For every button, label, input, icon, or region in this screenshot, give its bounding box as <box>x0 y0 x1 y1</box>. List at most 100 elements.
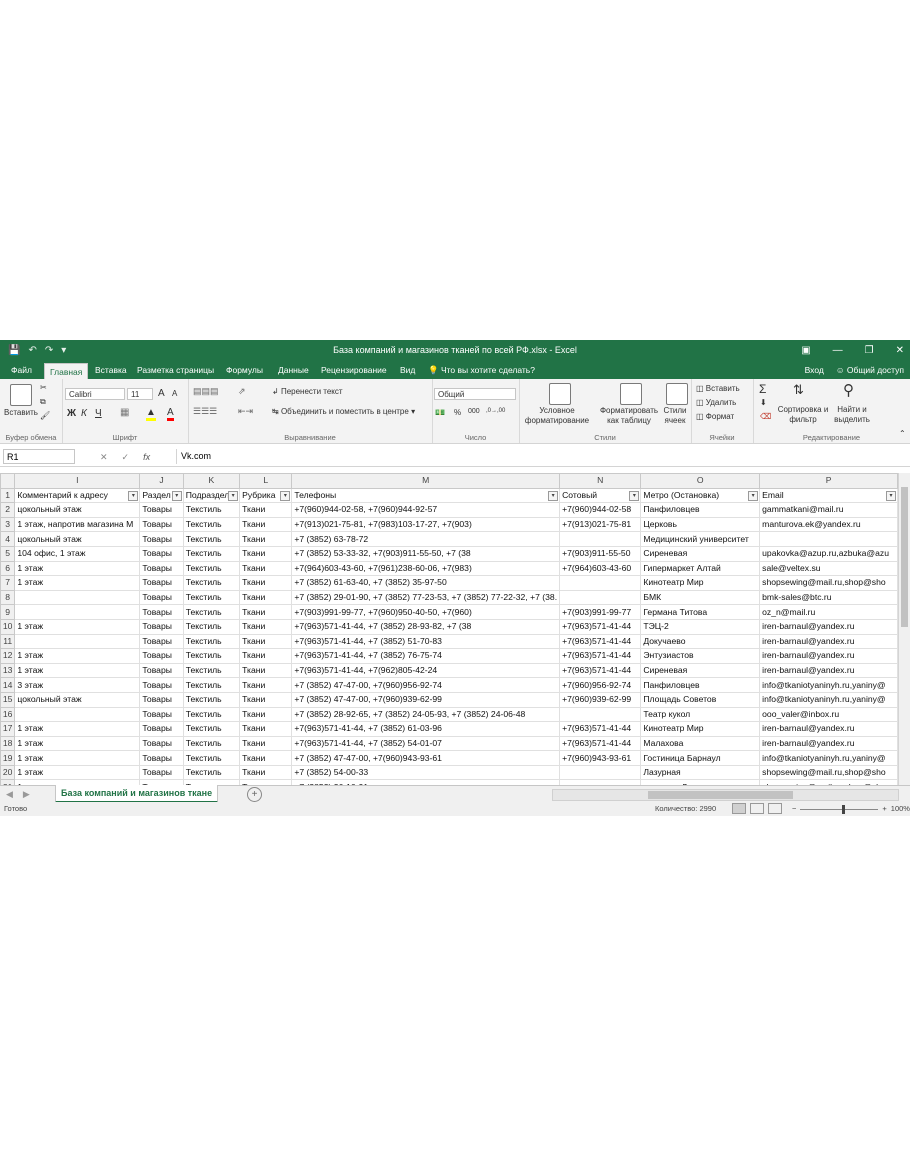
cell[interactable] <box>559 764 642 781</box>
cell[interactable]: Ткани <box>239 633 293 650</box>
cell[interactable]: Товары <box>139 721 184 737</box>
cell[interactable]: цокольный этаж <box>14 502 141 518</box>
cell[interactable]: Текстиль <box>182 706 241 723</box>
font-family-select[interactable]: Calibri <box>65 388 125 400</box>
cell[interactable]: Малахова <box>640 735 761 752</box>
cell[interactable]: Ткани <box>239 531 293 547</box>
header-cell[interactable]: Метро (Остановка) ▾ <box>640 487 761 504</box>
cell[interactable]: +7(960)944-02-58 <box>559 502 642 518</box>
row-header[interactable]: 11 <box>0 633 16 650</box>
cell[interactable]: 3 этаж <box>14 677 141 693</box>
align-top-icon[interactable]: ▤▤▤ <box>193 386 219 397</box>
cancel-icon[interactable]: ✕ <box>100 448 108 466</box>
cell[interactable]: 1 этаж <box>14 618 141 635</box>
cell[interactable]: Ткани <box>239 677 293 693</box>
row-header[interactable]: 10 <box>0 618 16 635</box>
row-header[interactable]: 9 <box>0 604 16 620</box>
cell[interactable]: Товары <box>139 618 184 635</box>
cell[interactable]: ТЭЦ-2 <box>640 618 761 635</box>
cell[interactable]: Ткани <box>239 502 293 518</box>
cell[interactable]: +7 (3852) 63-78-72 <box>291 531 561 547</box>
cell[interactable]: manturova.ek@yandex.ru <box>759 516 898 533</box>
cell[interactable]: iren-barnaul@yandex.ru <box>759 648 898 664</box>
cell[interactable]: info@tkaniotyaninyh.ru,yaniny@ <box>759 691 898 708</box>
restore-icon[interactable]: ❐ <box>865 340 874 361</box>
zoom-slider[interactable] <box>800 804 879 814</box>
cell[interactable]: iren-barnaul@yandex.ru <box>759 618 898 635</box>
cell[interactable]: Товары <box>139 764 184 781</box>
cell[interactable]: +7(913)021-75-81, +7(983)103-17-27, +7(9… <box>291 516 561 533</box>
cell[interactable]: Медицинский университет <box>640 531 761 547</box>
cell[interactable]: 1 этаж <box>14 750 141 766</box>
tab-data[interactable]: Данные <box>278 361 309 379</box>
filter-dropdown-icon[interactable]: ▾ <box>228 490 239 501</box>
cell[interactable]: iren-barnaul@yandex.ru <box>759 721 898 737</box>
tell-me-box[interactable]: 💡 Что вы хотите сделать? <box>428 361 535 379</box>
align-left-icon[interactable]: ☰☰☰ <box>193 406 217 417</box>
thousands-button[interactable]: 000 <box>468 408 480 415</box>
cell[interactable]: shopsewing@mail.ru,shop@sho <box>759 575 898 591</box>
cell[interactable]: Товары <box>139 575 184 591</box>
number-format-select[interactable]: Общий <box>434 388 516 400</box>
cell[interactable]: Театр кукол <box>640 706 761 723</box>
fx-button[interactable]: fx <box>143 448 150 466</box>
filter-dropdown-icon[interactable]: ▾ <box>280 490 291 501</box>
cell[interactable]: +7 (3852) 53-33-32, +7(903)911-55-50, +7… <box>291 545 561 562</box>
cell[interactable]: Ткани <box>239 662 293 679</box>
cell[interactable]: Кинотеатр Мир <box>640 721 761 737</box>
merge-center-button[interactable]: ↹ Объединить и поместить в центре ▾ <box>272 407 415 416</box>
filter-dropdown-icon[interactable]: ▾ <box>171 490 182 501</box>
cell[interactable]: Сиреневая <box>640 662 761 679</box>
prev-sheet-icon[interactable]: ◀ <box>6 786 13 803</box>
name-box[interactable]: R1 <box>3 449 75 464</box>
cell[interactable]: +7(960)939-62-99 <box>559 691 642 708</box>
sheet-tab[interactable]: База компаний и магазинов ткане <box>55 785 219 803</box>
cell[interactable]: Ткани <box>239 618 293 635</box>
cell[interactable]: Товары <box>139 516 184 533</box>
cell[interactable]: Сиреневая <box>640 545 761 562</box>
italic-button[interactable]: К <box>81 408 87 419</box>
cell[interactable]: +7(960)943-93-61 <box>559 750 642 766</box>
cell[interactable]: Текстиль <box>182 633 241 650</box>
cell[interactable] <box>759 531 898 547</box>
cell[interactable]: 1 этаж <box>14 648 141 664</box>
cell[interactable]: Ткани <box>239 721 293 737</box>
column-header[interactable]: L <box>239 473 293 489</box>
tab-insert[interactable]: Вставка <box>95 361 127 379</box>
orientation-icon[interactable]: ⇗ <box>238 386 246 397</box>
cut-icon[interactable]: ✂ <box>40 383 47 392</box>
cell[interactable]: iren-barnaul@yandex.ru <box>759 735 898 752</box>
cell[interactable]: Текстиль <box>182 750 241 766</box>
paste-button[interactable]: Вставить <box>4 408 38 417</box>
cell[interactable]: Товары <box>139 604 184 620</box>
cell[interactable]: Ткани <box>239 560 293 577</box>
cell[interactable]: Кинотеатр Мир <box>640 575 761 591</box>
cell[interactable]: +7 (3852) 47-47-00, +7(960)939-62-99 <box>291 691 561 708</box>
row-header[interactable]: 14 <box>0 677 16 693</box>
fill-color-icon[interactable]: ▲ <box>146 407 156 421</box>
format-as-table-icon[interactable] <box>620 383 642 405</box>
horizontal-scroll-thumb[interactable] <box>648 791 793 799</box>
close-icon[interactable]: ✕ <box>896 340 904 361</box>
cell[interactable]: +7(963)571-41-44, +7 (3852) 28-93-82, +7… <box>291 618 561 635</box>
autosum-button[interactable]: Σ <box>759 382 766 396</box>
cell[interactable]: Товары <box>139 545 184 562</box>
cell[interactable]: +7(960)944-02-58, +7(960)944-92-57 <box>291 502 561 518</box>
conditional-formatting-icon[interactable] <box>549 383 571 405</box>
filter-dropdown-icon[interactable]: ▾ <box>886 490 896 501</box>
column-header[interactable]: J <box>139 473 184 489</box>
column-header[interactable]: I <box>14 473 141 489</box>
cell[interactable]: Германа Титова <box>640 604 761 620</box>
cell[interactable] <box>559 706 642 723</box>
cell[interactable]: Товары <box>139 662 184 679</box>
cell[interactable] <box>14 706 141 723</box>
cell[interactable]: Гипермаркет Алтай <box>640 560 761 577</box>
insert-cells-button[interactable]: ◫ Вставить <box>696 384 740 393</box>
row-header[interactable]: 3 <box>0 516 16 533</box>
cell[interactable]: +7(963)571-41-44, +7 (3852) 54-01-07 <box>291 735 561 752</box>
cell[interactable]: Ткани <box>239 589 293 606</box>
cell[interactable]: Ткани <box>239 735 293 752</box>
cell[interactable]: Текстиль <box>182 691 241 708</box>
tab-page-layout[interactable]: Разметка страницы <box>137 361 214 379</box>
row-header[interactable]: 18 <box>0 735 16 752</box>
